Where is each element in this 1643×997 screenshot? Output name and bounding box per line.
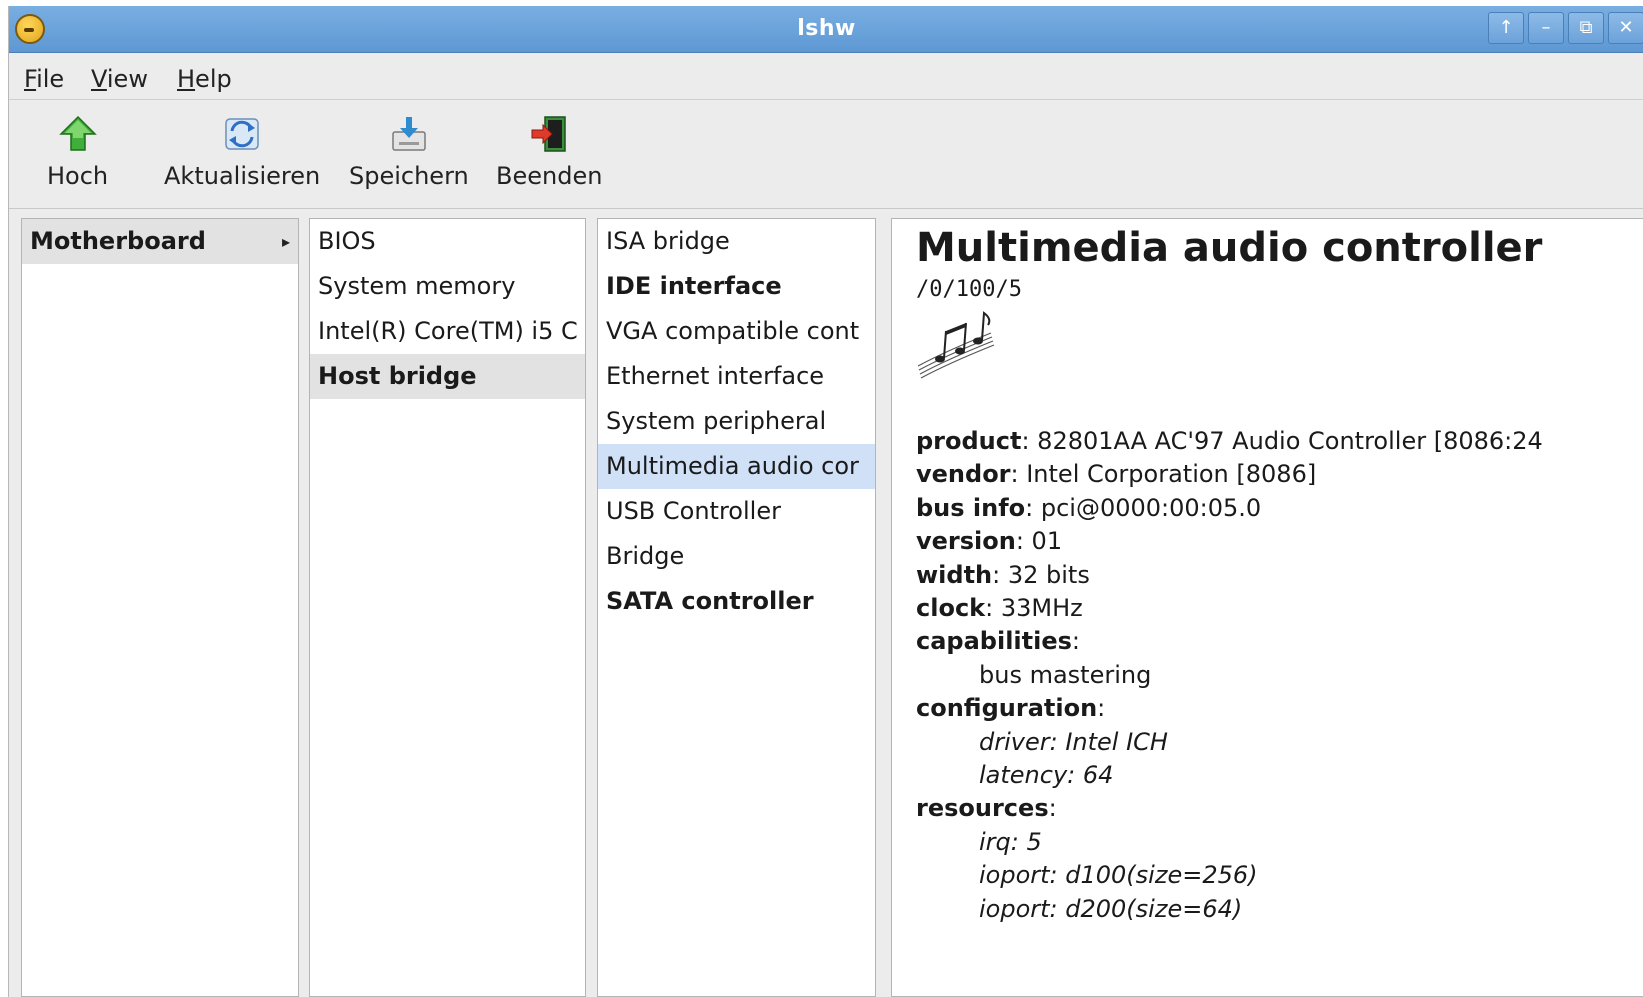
list-item[interactable]: ISA bridge (598, 219, 875, 264)
title-bar[interactable]: lshw ↑ – ⧉ ✕ (9, 6, 1643, 53)
menu-help-label: elp (195, 65, 232, 93)
toolbar: Hoch Aktualisieren Speichern Beenden (9, 100, 1643, 209)
list-item[interactable]: Bridge (598, 534, 875, 579)
prop-resources: resources: (916, 792, 1543, 825)
menu-view[interactable]: View (91, 65, 148, 93)
prop-value: : 82801AA AC'97 Audio Controller [8086:2… (1021, 427, 1543, 455)
refresh-icon (225, 118, 259, 150)
save-button[interactable]: Speichern (349, 114, 469, 190)
list-item-motherboard[interactable]: Motherboard ▸ (22, 219, 298, 264)
prop-colon: : (1071, 627, 1081, 656)
prop-key: product (916, 427, 1022, 455)
save-button-label: Speichern (349, 162, 469, 190)
refresh-button[interactable]: Aktualisieren (164, 114, 320, 190)
prop-key: clock (916, 594, 986, 623)
window-controls: ↑ – ⧉ ✕ (1488, 12, 1643, 46)
prop-value: : 01 (1015, 527, 1063, 556)
prop-key: capabilities (916, 627, 1072, 656)
detail-pane: Multimedia audio controller /0/100/5 pro… (891, 218, 1643, 997)
list-item-label: Motherboard (30, 227, 206, 255)
prop-value: : 32 bits (992, 560, 1090, 589)
up-button[interactable]: Hoch (47, 114, 108, 190)
column-1[interactable]: Motherboard ▸ (21, 218, 299, 997)
browser-area: Motherboard ▸ BIOS System memory Intel(R… (9, 210, 1643, 997)
prop-key: width (916, 560, 993, 589)
minimize-window-button[interactable]: – (1528, 12, 1564, 44)
prop-product: product: 82801AA AC'97 Audio Controller … (916, 425, 1543, 458)
prop-capabilities: capabilities: (916, 625, 1543, 658)
list-item[interactable]: Intel(R) Core(TM) i5 C (310, 309, 585, 354)
device-path: /0/100/5 (916, 277, 1022, 302)
column-3[interactable]: ISA bridge IDE interface VGA compatible … (597, 218, 876, 997)
up-button-label: Hoch (47, 162, 109, 190)
resource-item: ioport: d200(size=64) (979, 894, 1243, 923)
up-arrow-icon (58, 115, 97, 151)
configuration-item: latency: 64 (979, 761, 1114, 790)
music-notes-icon (917, 311, 995, 379)
quit-button-label: Beenden (496, 162, 603, 190)
list-item[interactable]: System peripheral (598, 399, 875, 444)
list-item[interactable]: IDE interface (598, 264, 875, 309)
prop-colon: : (1048, 794, 1057, 823)
prop-width: width: 32 bits (916, 559, 1543, 592)
resource-item: ioport: d100(size=256) (979, 861, 1258, 890)
column-2[interactable]: BIOS System memory Intel(R) Core(TM) i5 … (309, 218, 586, 997)
quit-button[interactable]: Beenden (496, 114, 602, 190)
prop-key: configuration (916, 694, 1098, 723)
menu-view-label: iew (106, 65, 148, 93)
list-item-selected[interactable]: Host bridge (310, 354, 585, 399)
prop-colon: : (1097, 694, 1106, 723)
prop-value: : 33MHz (985, 594, 1083, 623)
prop-value: : Intel Corporation [8086] (1010, 460, 1317, 489)
prop-value: : pci@0000:00:05.0 (1025, 493, 1262, 522)
prop-key: vendor (916, 460, 1011, 489)
prop-key: resources (916, 794, 1049, 823)
list-item[interactable]: Ethernet interface (598, 354, 875, 399)
close-window-button[interactable]: ✕ (1608, 12, 1643, 44)
device-properties: product: 82801AA AC'97 Audio Controller … (916, 425, 1543, 926)
menu-help[interactable]: Help (177, 65, 232, 93)
menu-view-accel: V (91, 65, 107, 93)
list-item-selected[interactable]: Multimedia audio cor (598, 444, 875, 489)
refresh-button-label: Aktualisieren (164, 162, 321, 190)
save-icon (392, 117, 426, 151)
prop-version: version: 01 (916, 525, 1543, 558)
list-item[interactable]: System memory (310, 264, 585, 309)
prop-key: bus info (916, 493, 1026, 522)
menu-file[interactable]: File (24, 65, 64, 93)
app-window: lshw ↑ – ⧉ ✕ File View Help Hoch Aktuali… (8, 6, 1643, 997)
menu-help-accel: H (177, 65, 196, 93)
prop-clock: clock: 33MHz (916, 592, 1543, 625)
configuration-item: driver: Intel ICH (979, 727, 1168, 756)
menu-bar: File View Help (9, 53, 1643, 100)
prop-vendor: vendor: Intel Corporation [8086] (916, 458, 1543, 491)
prop-key: version (916, 527, 1016, 556)
device-title: Multimedia audio controller (916, 225, 1543, 271)
list-item[interactable]: SATA controller (598, 579, 875, 624)
window-title: lshw (797, 16, 856, 41)
menu-file-label: ile (36, 65, 65, 93)
resource-item: irq: 5 (979, 827, 1042, 856)
list-item[interactable]: BIOS (310, 219, 585, 264)
menu-file-accel: F (24, 65, 37, 93)
list-item[interactable]: USB Controller (598, 489, 875, 534)
prop-configuration: configuration: (916, 692, 1543, 725)
maximize-window-button[interactable]: ⧉ (1568, 12, 1604, 44)
capability-item: bus mastering (979, 660, 1152, 689)
exit-icon (531, 116, 566, 152)
prop-bus-info: bus info: pci@0000:00:05.0 (916, 492, 1543, 525)
list-item[interactable]: VGA compatible cont (598, 309, 875, 354)
expand-arrow-icon: ▸ (281, 232, 290, 251)
shade-window-button[interactable]: ↑ (1488, 12, 1524, 44)
